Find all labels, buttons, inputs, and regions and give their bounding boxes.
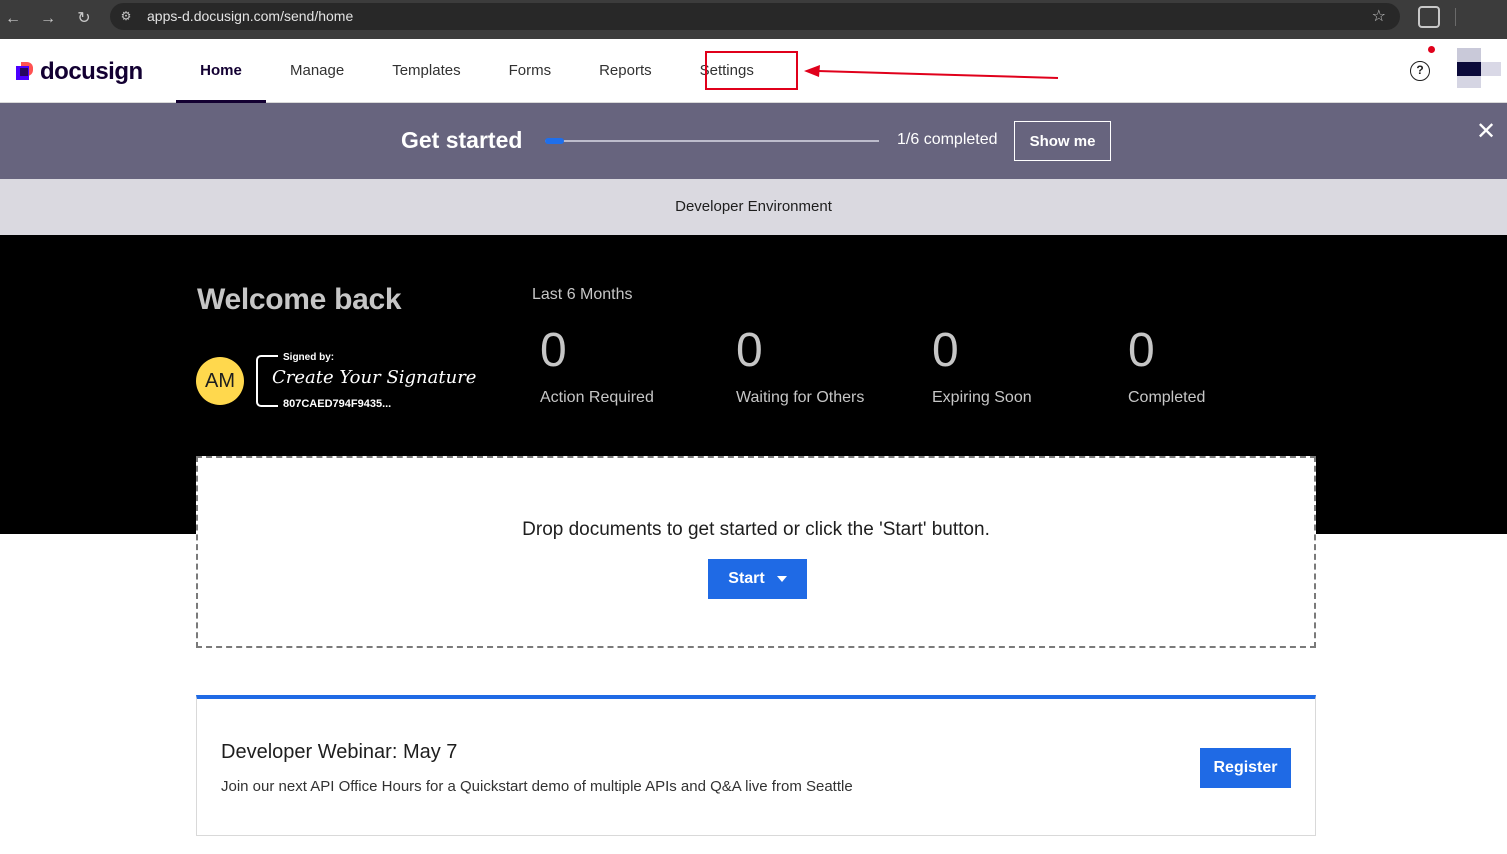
main-nav: Home Manage Templates Forms Reports Sett… <box>176 39 754 103</box>
back-arrow-icon[interactable]: ← <box>1 7 25 31</box>
stat-label: Completed <box>1128 389 1206 406</box>
notification-dot <box>1428 46 1435 53</box>
get-started-progress-track <box>545 138 879 144</box>
docusign-logo-icon <box>16 62 36 82</box>
signed-by-label: Signed by: <box>281 352 337 363</box>
stat-label: Expiring Soon <box>932 389 1032 406</box>
get-started-banner: Get started 1/6 completed Show me ✕ <box>0 103 1507 179</box>
nav-home[interactable]: Home <box>176 39 266 103</box>
bookmark-star-icon[interactable]: ☆ <box>1372 6 1386 26</box>
stat-label: Action Required <box>540 389 654 406</box>
settings-highlight-box <box>705 51 798 90</box>
drop-zone-text: Drop documents to get started or click t… <box>522 519 990 540</box>
forward-arrow-icon[interactable]: → <box>36 7 60 31</box>
chevron-down-icon <box>776 576 787 582</box>
help-icon[interactable]: ? <box>1410 61 1430 81</box>
webinar-description: Join our next API Office Hours for a Qui… <box>221 778 853 795</box>
get-started-progress-fill <box>545 138 564 144</box>
user-initials-avatar[interactable]: AM <box>196 357 244 405</box>
extensions-icon[interactable] <box>1418 6 1440 28</box>
close-icon[interactable]: ✕ <box>1475 120 1497 144</box>
stat-value: 0 <box>932 324 959 377</box>
docusign-logo[interactable]: docusign <box>16 57 143 87</box>
nav-manage[interactable]: Manage <box>290 39 344 103</box>
stat-expiring-soon[interactable]: 0 Expiring Soon <box>932 323 1032 407</box>
nav-reports[interactable]: Reports <box>599 39 652 103</box>
get-started-title: Get started <box>401 127 523 153</box>
document-drop-zone[interactable]: Drop documents to get started or click t… <box>196 456 1316 648</box>
webinar-card: Developer Webinar: May 7 Join our next A… <box>196 695 1316 836</box>
period-label: Last 6 Months <box>532 286 633 303</box>
stat-action-required[interactable]: 0 Action Required <box>540 323 654 407</box>
start-button[interactable]: Start <box>708 559 807 599</box>
stat-waiting-for-others[interactable]: 0 Waiting for Others <box>736 323 864 407</box>
browser-toolbar: ← → ↻ ⚙ apps-d.docusign.com/send/home ☆ <box>0 0 1507 39</box>
signature-script: Create Your Signature <box>272 367 477 388</box>
nav-templates[interactable]: Templates <box>392 39 460 103</box>
nav-forms[interactable]: Forms <box>509 39 552 103</box>
stat-label: Waiting for Others <box>736 389 865 406</box>
get-started-progress-text: 1/6 completed <box>897 131 998 148</box>
signature-preview[interactable]: Signed by: Create Your Signature 807CAED… <box>256 352 476 410</box>
stat-value: 0 <box>540 324 567 377</box>
webinar-title: Developer Webinar: May 7 <box>221 741 458 763</box>
welcome-title: Welcome back <box>197 283 402 316</box>
site-info-icon[interactable]: ⚙ <box>118 8 134 24</box>
address-bar[interactable]: ⚙ apps-d.docusign.com/send/home ☆ <box>110 3 1400 30</box>
register-button[interactable]: Register <box>1200 748 1291 788</box>
signature-id: 807CAED794F9435... <box>281 398 394 410</box>
account-avatar[interactable] <box>1457 48 1501 88</box>
stat-completed[interactable]: 0 Completed <box>1128 323 1205 407</box>
url-text[interactable]: apps-d.docusign.com/send/home <box>147 8 353 24</box>
reload-icon[interactable]: ↻ <box>72 7 96 31</box>
logo-text: docusign <box>40 58 143 85</box>
show-me-button[interactable]: Show me <box>1014 121 1111 161</box>
app-header: docusign Home Manage Templates Forms Rep… <box>0 39 1507 103</box>
developer-environment-banner: Developer Environment <box>0 179 1507 235</box>
toolbar-divider <box>1455 8 1456 26</box>
stat-value: 0 <box>736 324 763 377</box>
stat-value: 0 <box>1128 324 1155 377</box>
start-button-label: Start <box>728 570 765 587</box>
annotation-arrow <box>804 65 1059 79</box>
